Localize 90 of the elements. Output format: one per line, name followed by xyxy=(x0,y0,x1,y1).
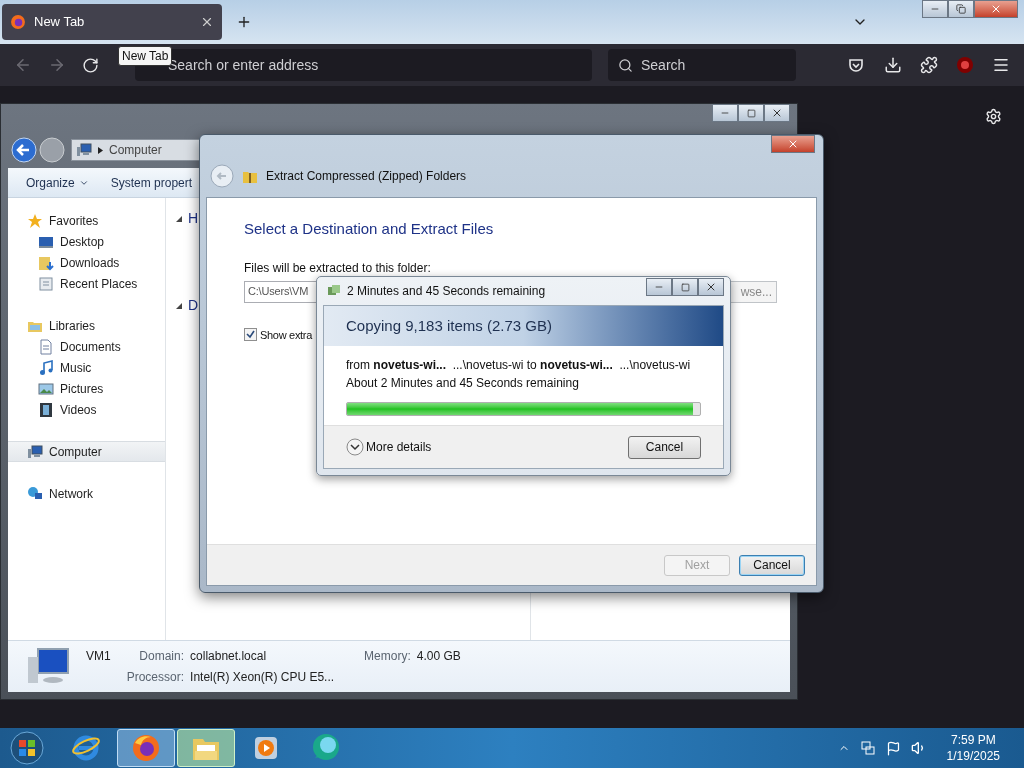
collapse-arrow-icon[interactable] xyxy=(176,302,182,309)
nav-item[interactable]: Network xyxy=(8,483,165,504)
close-icon xyxy=(990,3,1002,15)
clock[interactable]: 7:59 PM 1/19/2025 xyxy=(946,732,1000,764)
taskbar-button[interactable] xyxy=(117,729,175,767)
music-note-icon xyxy=(38,359,54,376)
download-icon[interactable] xyxy=(884,56,902,74)
nav-item[interactable]: Videos xyxy=(8,399,165,420)
computer-name: VM1 xyxy=(86,648,111,665)
chevron-icon xyxy=(346,438,364,456)
computer-icon xyxy=(76,142,92,158)
separator-arrow-icon xyxy=(98,146,103,154)
forward-icon[interactable] xyxy=(39,137,65,163)
toolbar-button[interactable]: Organize xyxy=(26,173,89,192)
computer-icon xyxy=(27,443,43,460)
maximize-button[interactable] xyxy=(672,278,698,296)
document-icon xyxy=(38,338,54,355)
close-button[interactable] xyxy=(698,278,724,296)
play-icon xyxy=(253,735,279,761)
maximize-icon xyxy=(746,108,756,118)
detail-label: Domain: xyxy=(138,648,185,665)
close-icon xyxy=(771,107,783,119)
picture-icon xyxy=(38,380,54,397)
folder-icon xyxy=(38,254,54,271)
restore-button[interactable] xyxy=(948,0,974,18)
settings-icon[interactable] xyxy=(985,108,1002,125)
copy-heading: Copying 9,183 items (2.73 GB) xyxy=(346,315,552,336)
back-icon[interactable] xyxy=(14,56,32,74)
minimize-button[interactable] xyxy=(922,0,948,18)
nav-item[interactable]: Pictures xyxy=(8,378,165,399)
reload-icon[interactable] xyxy=(82,56,99,74)
firefox-icon xyxy=(131,733,161,763)
restore-icon xyxy=(956,4,966,14)
nav-item[interactable]: Music xyxy=(8,357,165,378)
nav-item[interactable]: Computer xyxy=(8,441,165,462)
detail-value: collabnet.local xyxy=(190,648,268,665)
close-icon xyxy=(787,138,799,150)
checkbox[interactable] xyxy=(244,328,257,342)
close-icon[interactable] xyxy=(200,15,214,29)
menu-icon[interactable] xyxy=(992,56,1010,74)
detail-value: Intel(R) Xeon(R) CPU E5... xyxy=(190,669,335,686)
minimize-button[interactable] xyxy=(646,278,672,296)
detail-value: 4.00 GB xyxy=(416,648,461,665)
search-field[interactable]: Search xyxy=(608,49,796,81)
breadcrumb-item[interactable]: Computer xyxy=(109,141,162,159)
nav-item[interactable]: Downloads xyxy=(8,252,165,273)
puzzle-icon[interactable] xyxy=(920,56,938,74)
dialog-title: 2 Minutes and 45 Seconds remaining xyxy=(347,283,547,300)
section-heading[interactable]: D xyxy=(188,295,199,316)
star-icon xyxy=(27,212,43,229)
minimize-button[interactable] xyxy=(712,104,738,122)
search-icon xyxy=(618,57,633,73)
more-details-button[interactable]: More details xyxy=(346,438,432,456)
document-icon xyxy=(38,275,54,292)
back-icon[interactable] xyxy=(11,137,37,163)
check-icon xyxy=(246,330,255,340)
dialog-title: Extract Compressed (Zipped) Folders xyxy=(266,168,467,185)
tab-title: New Tab xyxy=(34,13,86,32)
dialog-button[interactable]: Cancel xyxy=(739,554,805,576)
nav-item[interactable]: Favorites xyxy=(8,210,165,231)
cancel-button[interactable]: Cancel xyxy=(628,435,701,459)
nav-item[interactable]: Libraries xyxy=(8,315,165,336)
start-button[interactable] xyxy=(9,730,45,766)
flag-icon[interactable] xyxy=(885,740,901,756)
status-text: About 2 Minutes and 45 Seconds remaining xyxy=(346,375,580,392)
film-icon xyxy=(38,401,54,418)
section-heading[interactable]: H xyxy=(188,208,199,229)
nav-item[interactable]: Desktop xyxy=(8,231,165,252)
copy-icon xyxy=(327,284,341,298)
collapse-arrow-icon[interactable] xyxy=(176,215,182,222)
detail-label: Processor: xyxy=(126,669,185,686)
folder-label: Files will be extracted to this folder: xyxy=(244,259,432,277)
close-button[interactable] xyxy=(764,104,790,122)
close-icon xyxy=(705,281,717,293)
detail-label: Memory: xyxy=(364,648,411,665)
new-tab-icon[interactable] xyxy=(236,14,252,30)
maximize-icon xyxy=(680,282,690,292)
nav-item[interactable]: Recent Places xyxy=(8,273,165,294)
network-icon xyxy=(27,485,43,502)
network-icon[interactable] xyxy=(859,740,876,756)
firefox-icon xyxy=(10,14,26,30)
nav-item[interactable]: Documents xyxy=(8,336,165,357)
globe-icon xyxy=(71,733,101,763)
checkbox-label: Show extra xyxy=(260,327,313,343)
maximize-button[interactable] xyxy=(738,104,764,122)
source-destination-text: from novetus-wi... ...\novetus-wi to novetus-wi... ...\novetus-wi xyxy=(346,357,692,374)
dialog-heading: Select a Destination and Extract Files xyxy=(244,219,495,239)
toolbar-button[interactable]: System propert xyxy=(110,173,193,192)
browser-tab[interactable]: New Tab xyxy=(2,4,222,40)
forward-icon[interactable] xyxy=(48,56,66,74)
